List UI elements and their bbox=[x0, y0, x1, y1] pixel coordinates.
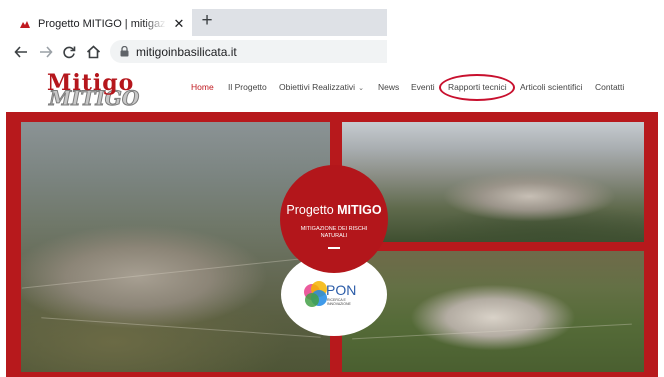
menu-item-articoli[interactable]: Articoli scientifici bbox=[520, 82, 582, 92]
forward-arrow-icon[interactable] bbox=[35, 41, 57, 63]
project-badge-title-prefix: Progetto bbox=[286, 203, 338, 217]
hero-photo-bottom-right bbox=[342, 251, 644, 372]
main-menu: Home Il Progetto Obiettivi Realizzativi ⌄… bbox=[0, 66, 664, 112]
browser-toolbar: mitigoinbasilicata.it bbox=[0, 38, 664, 66]
menu-item-contatti[interactable]: Contatti bbox=[595, 82, 624, 92]
lock-icon[interactable] bbox=[120, 46, 129, 57]
project-badge-title-bold: MITIGO bbox=[337, 203, 382, 217]
badge-divider bbox=[328, 247, 340, 249]
back-arrow-icon[interactable] bbox=[10, 41, 32, 63]
menu-item-obiettivi[interactable]: Obiettivi Realizzativi ⌄ bbox=[279, 82, 364, 92]
reload-icon[interactable] bbox=[58, 41, 80, 63]
tab-title: Progetto MITIGO | mitigazione de bbox=[38, 17, 166, 30]
menu-item-progetto[interactable]: Il Progetto bbox=[228, 82, 267, 92]
menu-item-obiettivi-label: Obiettivi Realizzativi bbox=[279, 82, 356, 92]
highlight-ellipse bbox=[439, 74, 515, 101]
tab-strip-background bbox=[192, 9, 387, 36]
pon-label: PON bbox=[326, 282, 357, 298]
site-header: MITIGO Mitigo Home Il Progetto Obiettivi… bbox=[0, 66, 664, 112]
browser-tab-strip: Progetto MITIGO | mitigazione de ✕ + bbox=[0, 0, 664, 38]
mitigo-favicon-icon bbox=[18, 17, 32, 31]
pon-subtitle: RICERCA E INNOVAZIONE bbox=[327, 298, 351, 306]
project-badge-title: Progetto MITIGO bbox=[286, 203, 381, 217]
url-text: mitigoinbasilicata.it bbox=[136, 44, 237, 59]
close-icon[interactable]: ✕ bbox=[172, 16, 186, 31]
project-badge: Progetto MITIGO MITIGAZIONE DEI RISCHI N… bbox=[280, 165, 388, 273]
plus-icon[interactable]: + bbox=[197, 11, 217, 31]
menu-item-eventi[interactable]: Eventi bbox=[411, 82, 435, 92]
pon-logo: PON RICERCA E INNOVAZIONE bbox=[302, 280, 366, 316]
browser-tab[interactable]: Progetto MITIGO | mitigazione de ✕ bbox=[10, 9, 192, 38]
menu-item-news[interactable]: News bbox=[378, 82, 399, 92]
home-icon[interactable] bbox=[82, 41, 104, 63]
address-bar[interactable]: mitigoinbasilicata.it bbox=[110, 40, 387, 63]
menu-item-home[interactable]: Home bbox=[191, 82, 214, 92]
hero-photo-left bbox=[21, 122, 330, 372]
hero-banner: Progetto MITIGO MITIGAZIONE DEI RISCHI N… bbox=[6, 112, 658, 377]
chevron-down-icon: ⌄ bbox=[358, 85, 364, 92]
project-badge-subtitle: MITIGAZIONE DEI RISCHI NATURALI bbox=[300, 226, 368, 239]
